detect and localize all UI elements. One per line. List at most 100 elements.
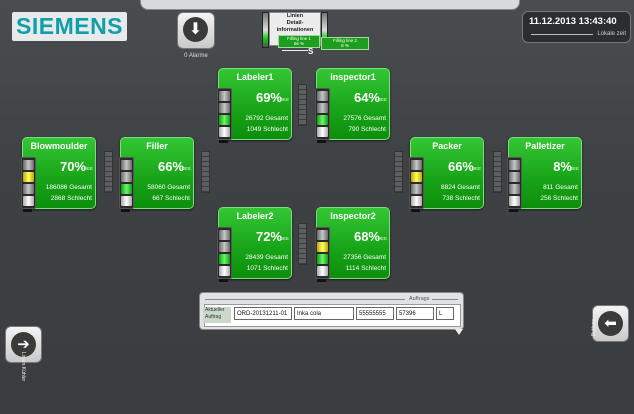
stack-light-segment xyxy=(219,266,230,276)
datetime-panel: 11.12.2013 13:43:40 Lokale zeit xyxy=(522,11,631,43)
machine-oee-value: 66% xyxy=(447,159,474,174)
line1-status-light xyxy=(262,12,269,48)
stack-light-base xyxy=(219,279,228,282)
top-bar xyxy=(140,0,520,10)
buffer-inspector-packer xyxy=(394,151,403,193)
order-panel-divider xyxy=(205,299,405,300)
arrow-left-icon: ⬅ xyxy=(598,311,623,336)
line-details-line3: informationen xyxy=(276,27,314,33)
stack-light-segment xyxy=(23,160,34,170)
stack-light-segment xyxy=(219,127,230,137)
stack-light-base xyxy=(317,140,326,143)
machine-total-count: 28439 Gesamt xyxy=(245,254,288,261)
machine-name: Labeler2 xyxy=(236,211,274,221)
alarm-count-label: 0 Alarme xyxy=(184,53,208,59)
machine-name: Inspector2 xyxy=(330,211,376,221)
stack-light-segment xyxy=(411,184,422,194)
stack-light-segment xyxy=(121,184,132,194)
machine-oee-value: 64% xyxy=(353,90,380,105)
buffer-labeler2-inspector2 xyxy=(298,223,307,265)
stack-light-packer xyxy=(409,157,424,209)
machine-name: Filler xyxy=(146,141,168,151)
machine-total-count: 8824 Gesamt xyxy=(440,184,480,191)
nav-right-label: Buttons xyxy=(591,319,597,336)
machine-reject-count: 790 Schlecht xyxy=(348,126,386,133)
machine-name: Packer xyxy=(432,141,462,151)
machine-reject-count: 2868 Schlecht xyxy=(50,195,92,202)
oee-unit-label: OEE xyxy=(377,97,387,102)
order-panel: Auftrags Aktueller Auftrag ORD-20131211-… xyxy=(199,292,464,330)
current-order-label-line1: Aktueller xyxy=(205,307,225,313)
machine-reject-count: 738 Schlecht xyxy=(442,195,480,202)
stack-light-segment xyxy=(23,196,34,206)
machine-total-count: 27576 Gesamt xyxy=(343,115,386,122)
filling-line-2-pct: 8 % xyxy=(341,43,349,48)
size-field[interactable]: L xyxy=(436,307,454,320)
product-code-field[interactable]: 55555555 xyxy=(356,307,394,320)
stack-light-segment xyxy=(23,184,34,194)
stack-light-base xyxy=(317,279,326,282)
machine-oee-value: 66% xyxy=(157,159,184,174)
machine-name: Labeler1 xyxy=(236,72,274,82)
stack-light-segment xyxy=(121,172,132,182)
machine-name: Blowmoulder xyxy=(30,141,88,151)
machine-reject-count: 1071 Schlecht xyxy=(246,265,288,272)
stack-light-segment xyxy=(317,254,328,264)
machine-total-count: 186086 Gesamt xyxy=(45,184,92,191)
stack-light-segment xyxy=(121,196,132,206)
nav-left-label: Linien Kühler xyxy=(20,352,26,382)
stack-light-segment xyxy=(509,172,520,182)
stack-light-segment xyxy=(411,172,422,182)
machine-name: Inspector1 xyxy=(330,72,376,82)
machine-total-count: 58060 Gesamt xyxy=(147,184,190,191)
order-panel-title: Auftrags xyxy=(409,296,430,302)
buffer-packer-palletizer xyxy=(493,151,502,193)
buffer-labeler1-inspector1 xyxy=(298,84,307,126)
alarm-button[interactable]: ⬇ xyxy=(177,12,215,49)
buffer-filler-labeler xyxy=(201,151,210,193)
oee-unit-label: OEE xyxy=(471,166,481,171)
stack-light-blowmoulder xyxy=(21,157,36,209)
s-indicator-line xyxy=(282,50,308,51)
stack-light-labeler2 xyxy=(217,227,232,279)
stack-light-filler xyxy=(119,157,134,209)
stack-light-segment xyxy=(509,184,520,194)
machine-total-count: 27356 Gesamt xyxy=(343,254,386,261)
machine-reject-count: 256 Schlecht xyxy=(540,195,578,202)
line-details-line1: Linien xyxy=(286,13,304,19)
filling-line-1-badge[interactable]: Filling line 1 66 % xyxy=(278,35,320,48)
oee-unit-label: OEE xyxy=(279,97,289,102)
current-order-label-line2: Auftrag xyxy=(205,314,222,320)
product-field[interactable]: Inka cola xyxy=(294,307,354,320)
filling-line-1-pct: 66 % xyxy=(293,41,305,46)
machine-oee-value: 69% xyxy=(255,90,282,105)
nav-right-button[interactable]: ⬅ xyxy=(592,305,629,342)
stack-light-segment xyxy=(317,230,328,240)
order-id-field[interactable]: ORD-20131211-01 xyxy=(234,307,292,320)
stack-light-segment xyxy=(509,196,520,206)
expand-orders-icon[interactable] xyxy=(455,329,463,335)
machine-oee-value: 70% xyxy=(59,159,86,174)
stack-light-segment xyxy=(23,172,34,182)
machine-reject-count: 1049 Schlecht xyxy=(246,126,288,133)
stack-light-base xyxy=(219,140,228,143)
stack-light-segment xyxy=(219,242,230,252)
stack-light-inspector2 xyxy=(315,227,330,279)
datetime-divider xyxy=(531,34,593,35)
machine-oee-value: 72% xyxy=(255,229,282,244)
time-zone-label: Lokale zeit xyxy=(597,31,626,37)
stack-light-segment xyxy=(317,115,328,125)
current-order-label: Aktueller Auftrag xyxy=(203,307,231,323)
order-panel-divider xyxy=(432,299,458,300)
stack-light-base xyxy=(509,209,518,212)
machine-reject-count: 667 Schlecht xyxy=(152,195,190,202)
oee-unit-label: OEE xyxy=(181,166,191,171)
stack-light-segment xyxy=(411,196,422,206)
filling-line-2-badge[interactable]: Filling line 2 8 % xyxy=(321,37,369,50)
quantity-field[interactable]: 57396 xyxy=(396,307,434,320)
stack-light-segment xyxy=(317,127,328,137)
stack-light-labeler1 xyxy=(217,88,232,140)
stack-light-segment xyxy=(411,160,422,170)
stack-light-base xyxy=(121,209,130,212)
stack-light-palletizer xyxy=(507,157,522,209)
